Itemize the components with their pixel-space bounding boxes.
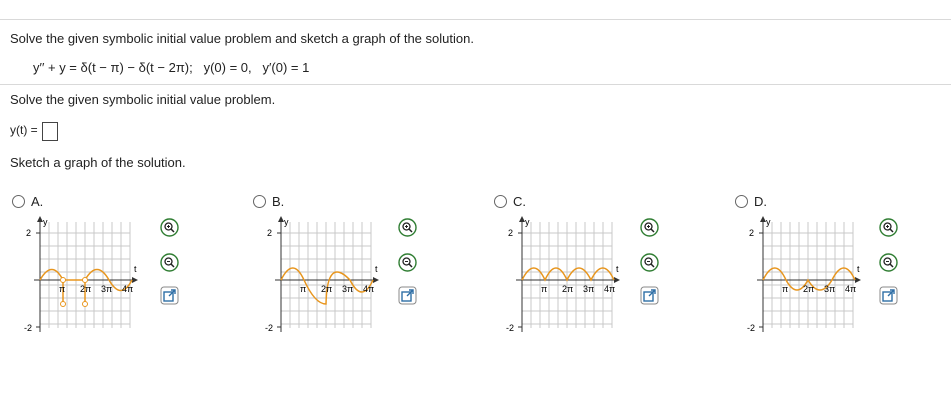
popout-icon[interactable] — [879, 286, 898, 305]
answer-label: y(t) = — [10, 123, 38, 137]
option-c-radio[interactable] — [494, 195, 507, 208]
graph-c-tick-4: 4π — [604, 284, 615, 294]
graph-b: y 2 -2 t π 2π 3π 4π — [265, 216, 379, 333]
graph-d-y-label: y — [766, 217, 771, 227]
part1-prompt: Solve the given symbolic initial value p… — [10, 92, 276, 107]
ode-text: y′′ + y = δ(t − π) − δ(t − 2π); — [33, 60, 193, 75]
graph-c-y-label: y — [525, 217, 530, 227]
popout-icon[interactable] — [640, 286, 659, 305]
graph-a-t-arrow — [132, 277, 138, 283]
graph-c-curve — [521, 267, 615, 282]
graph-a-tick-4: 4π — [122, 284, 133, 294]
option-a-label: A. — [31, 194, 44, 209]
graph-b-tick-3: 3π — [342, 284, 353, 294]
graph-d-t-arrow — [855, 277, 861, 283]
graph-a-y-label: y — [43, 217, 48, 227]
option-a[interactable]: A. — [12, 194, 43, 209]
top-divider — [0, 19, 951, 20]
initial-condition-2: y′(0) = 1 — [262, 60, 310, 75]
graph-c: y 2 -2 t π 2π 3π 4π — [506, 216, 620, 333]
graph-d-tick-4: 4π — [845, 284, 856, 294]
graph-a-tick-1: π — [59, 284, 65, 294]
graph-a-y-top: 2 — [26, 228, 31, 238]
graph-a-t-label: t — [134, 264, 137, 274]
graph-d-grid — [762, 222, 854, 328]
part2-prompt: Sketch a graph of the solution. — [10, 155, 186, 170]
zoom-in-icon[interactable] — [640, 218, 659, 237]
graph-b-y-label: y — [284, 217, 289, 227]
popout-icon[interactable] — [398, 286, 417, 305]
option-c[interactable]: C. — [494, 194, 526, 209]
graph-c-tick-1: π — [541, 284, 547, 294]
graph-a: y 2 -2 t π 2π 3π 4π — [24, 216, 138, 333]
graph-b-tick-4: 4π — [363, 284, 374, 294]
section-divider — [0, 84, 951, 85]
graph-c-tick-2: 2π — [562, 284, 573, 294]
graph-b-tick-1: π — [300, 284, 306, 294]
graph-a-tick-3: 3π — [101, 284, 112, 294]
graph-c-grid — [521, 222, 613, 328]
graph-c-y-top: 2 — [508, 228, 513, 238]
graph-d-y-bottom: -2 — [747, 323, 755, 333]
graph-d: y 2 -2 t π 2π 3π 4π — [747, 216, 861, 333]
zoom-out-icon[interactable] — [160, 253, 179, 272]
option-d-radio[interactable] — [735, 195, 748, 208]
option-d-label: D. — [754, 194, 767, 209]
graph-c-tick-3: 3π — [583, 284, 594, 294]
zoom-out-icon[interactable] — [640, 253, 659, 272]
graph-a-tick-2: 2π — [80, 284, 91, 294]
popout-icon[interactable] — [160, 286, 179, 305]
option-d[interactable]: D. — [735, 194, 767, 209]
graph-d-y-top: 2 — [749, 228, 754, 238]
answer-input[interactable] — [42, 122, 58, 141]
graph-d-tick-1: π — [782, 284, 788, 294]
option-b-label: B. — [272, 194, 285, 209]
problem-equation: y′′ + y = δ(t − π) − δ(t − 2π); y(0) = 0… — [33, 60, 309, 75]
graph-d-tick-2: 2π — [803, 284, 814, 294]
initial-condition-1: y(0) = 0, — [203, 60, 252, 75]
graph-c-t-arrow — [614, 277, 620, 283]
graph-b-grid — [280, 222, 372, 328]
zoom-in-icon[interactable] — [160, 218, 179, 237]
option-a-radio[interactable] — [12, 195, 25, 208]
zoom-in-icon[interactable] — [398, 218, 417, 237]
graph-c-t-label: t — [616, 264, 619, 274]
option-b[interactable]: B. — [253, 194, 284, 209]
zoom-out-icon[interactable] — [879, 253, 898, 272]
problem-instruction: Solve the given symbolic initial value p… — [10, 31, 474, 46]
zoom-in-icon[interactable] — [879, 218, 898, 237]
graph-b-t-label: t — [375, 264, 378, 274]
zoom-out-icon[interactable] — [398, 253, 417, 272]
graph-a-grid — [39, 222, 131, 328]
graph-b-tick-2: 2π — [321, 284, 332, 294]
option-b-radio[interactable] — [253, 195, 266, 208]
graph-c-y-bottom: -2 — [506, 323, 514, 333]
graph-b-y-top: 2 — [267, 228, 272, 238]
graph-d-tick-3: 3π — [824, 284, 835, 294]
graph-d-t-label: t — [857, 264, 860, 274]
option-c-label: C. — [513, 194, 526, 209]
graph-a-y-bottom: -2 — [24, 323, 32, 333]
graph-b-t-arrow — [373, 277, 379, 283]
graph-b-y-bottom: -2 — [265, 323, 273, 333]
